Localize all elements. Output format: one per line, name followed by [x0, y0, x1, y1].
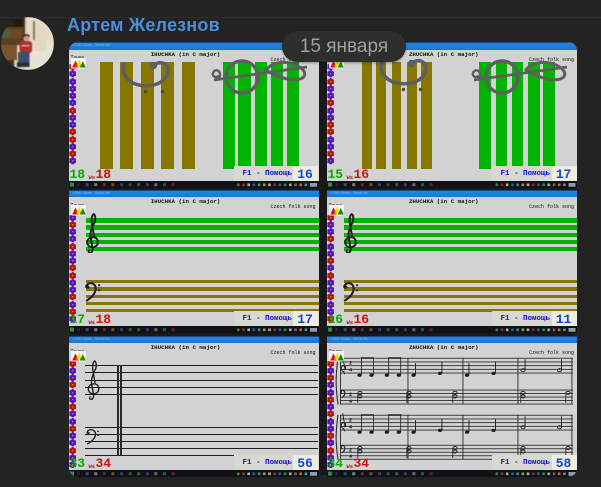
svg-text:4: 4 [349, 424, 352, 430]
svg-text:2: 2 [349, 447, 352, 453]
svg-text:4: 4 [349, 454, 352, 460]
svg-text:2: 2 [349, 360, 352, 366]
svg-text:2: 2 [349, 392, 352, 398]
svg-text:4: 4 [349, 367, 352, 373]
svg-text:2: 2 [349, 417, 352, 423]
svg-text:4: 4 [349, 398, 352, 404]
